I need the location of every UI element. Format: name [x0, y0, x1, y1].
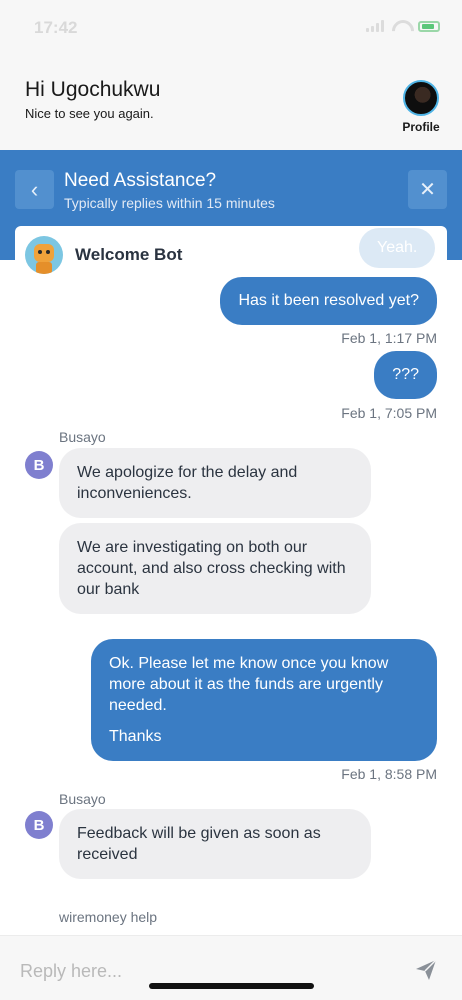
close-icon: ✕	[419, 179, 436, 201]
send-icon[interactable]	[414, 958, 438, 982]
profile-button[interactable]: Profile	[398, 80, 444, 134]
assistance-title: Need Assistance?	[64, 170, 217, 191]
greeting-title: Hi Ugochukwu	[25, 78, 161, 101]
chat-panel[interactable]: Yeah. Welcome Bot Has it been resolved y…	[15, 226, 447, 930]
message-text: Feedback will be given as soon as receiv…	[77, 825, 321, 863]
robot-icon	[34, 244, 54, 262]
sender-avatar-badge: B	[25, 811, 53, 839]
status-bar: 17:42	[0, 0, 462, 56]
close-button[interactable]: ✕	[408, 170, 447, 209]
sender-name: Busayo	[59, 429, 106, 445]
wifi-icon	[392, 20, 410, 32]
outgoing-message: Ok. Please let me know once you know mor…	[91, 639, 437, 761]
message-text: We apologize for the delay and inconveni…	[77, 464, 298, 502]
bot-avatar	[25, 236, 63, 274]
message-text: ???	[392, 366, 419, 383]
battery-icon	[418, 20, 440, 32]
home-indicator	[149, 983, 314, 989]
avatar[interactable]	[403, 80, 439, 116]
bot-name: Welcome Bot	[75, 245, 183, 264]
outgoing-message: ???	[374, 351, 437, 399]
greeting-subtitle: Nice to see you again.	[25, 106, 154, 121]
sender-name: Busayo	[59, 791, 106, 807]
message-text: We are investigating on both our account…	[77, 539, 346, 598]
status-icons	[366, 20, 440, 32]
back-button[interactable]: ‹	[15, 170, 54, 209]
incoming-message: We are investigating on both our account…	[59, 523, 371, 614]
incoming-message: We apologize for the delay and inconveni…	[59, 448, 371, 518]
footer-label: wiremoney help	[59, 909, 158, 925]
back-chevron-icon: ‹	[30, 176, 39, 202]
incoming-message: Feedback will be given as soon as receiv…	[59, 809, 371, 879]
profile-label: Profile	[402, 120, 440, 134]
status-time: 17:42	[34, 18, 78, 37]
compose-bar	[0, 935, 462, 1000]
message-timestamp: Feb 1, 7:05 PM	[341, 405, 437, 421]
signal-icon	[366, 20, 384, 32]
message-timestamp: Feb 1, 1:17 PM	[341, 330, 437, 346]
message-text: Thanks	[109, 728, 162, 745]
assistance-subtitle: Typically replies within 15 minutes	[64, 195, 275, 211]
message-text: Ok. Please let me know once you know mor…	[109, 655, 389, 714]
sender-avatar-badge: B	[25, 451, 53, 479]
reply-input[interactable]	[20, 956, 380, 986]
top-header: Hi Ugochukwu Nice to see you again. Prof…	[0, 56, 462, 150]
message-text: Has it been resolved yet?	[238, 292, 419, 309]
message-timestamp: Feb 1, 8:58 PM	[341, 766, 437, 782]
outgoing-message: Has it been resolved yet?	[220, 277, 437, 325]
